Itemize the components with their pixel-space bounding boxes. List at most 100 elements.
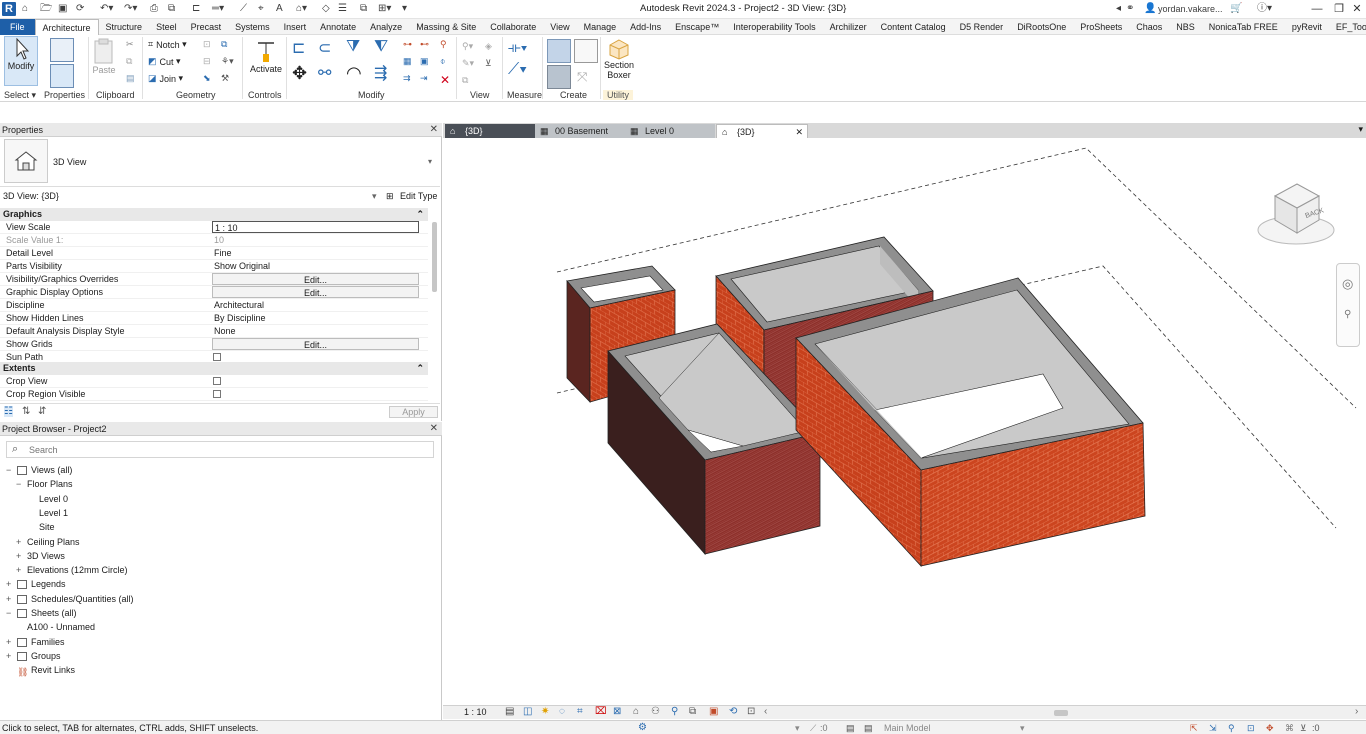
ribbon-tab-d5-render[interactable]: D5 Render: [953, 19, 1011, 35]
ribbon-tab-content-catalog[interactable]: Content Catalog: [874, 19, 953, 35]
collapse-icon[interactable]: −: [6, 607, 14, 620]
expand-icon[interactable]: +: [6, 636, 14, 649]
main-model-icon[interactable]: ▤: [864, 721, 873, 734]
ribbon-tab-interoperability-tools[interactable]: Interoperability Tools: [726, 19, 822, 35]
browser-item[interactable]: + Elevations (12mm Circle): [16, 564, 128, 577]
ribbon-tab-chaos[interactable]: Chaos: [1129, 19, 1169, 35]
ribbon-tab-massing-site[interactable]: Massing & Site: [409, 19, 483, 35]
sun-path-icon[interactable]: ✷: [541, 706, 549, 717]
export-icon[interactable]: ⧉: [168, 3, 175, 15]
ribbon-tab-ef-tools[interactable]: EF_Tools: [1329, 19, 1366, 35]
ribbon-tab-annotate[interactable]: Annotate: [313, 19, 363, 35]
paste-button[interactable]: Paste: [92, 37, 116, 75]
crop-region-icon[interactable]: ⊠: [613, 706, 621, 717]
extent-checkbox[interactable]: [213, 377, 221, 385]
hide-icon[interactable]: ⚲▾: [462, 41, 473, 52]
user-name[interactable]: yordan.vakare...: [1158, 3, 1223, 15]
aligned-dimension-icon[interactable]: ⟋▾: [508, 61, 527, 79]
collapse-icon[interactable]: ⌃: [416, 362, 424, 375]
model-dropdown-icon[interactable]: ▾: [1020, 721, 1025, 734]
ribbon-tab-steel[interactable]: Steel: [149, 19, 184, 35]
sync-icon[interactable]: ⟳: [76, 3, 84, 15]
search-back-icon[interactable]: ◂: [1116, 3, 1121, 15]
switch-windows-icon[interactable]: ⊞▾: [378, 3, 391, 15]
temp-hide-icon[interactable]: ⚇: [651, 706, 660, 717]
tag-icon[interactable]: ⌖: [258, 3, 264, 15]
section-boxer-button[interactable]: Section Boxer: [604, 38, 634, 80]
expand-icon[interactable]: +: [16, 536, 24, 549]
expand-icon[interactable]: +: [6, 650, 14, 663]
select-underlay-icon[interactable]: ⇲: [1209, 721, 1217, 734]
select-panel-label[interactable]: Select ▾: [4, 90, 36, 101]
create-assembly-icon[interactable]: [547, 39, 571, 63]
extent-checkbox[interactable]: [213, 390, 221, 398]
collapse-icon[interactable]: −: [16, 478, 24, 491]
rotate-icon[interactable]: ◠: [346, 63, 362, 84]
3d-view-icon[interactable]: ⌂▾: [296, 3, 307, 15]
property-value[interactable]: By Discipline: [212, 312, 419, 324]
sort-desc-icon[interactable]: ⇵: [38, 406, 46, 417]
ribbon-tab-systems[interactable]: Systems: [228, 19, 277, 35]
match-type-icon[interactable]: ▤: [126, 73, 135, 84]
browser-close-icon[interactable]: ✕: [430, 422, 438, 436]
design-options-icon[interactable]: ⚙: [638, 721, 647, 734]
property-value[interactable]: 1 : 10: [212, 221, 419, 233]
scroll-right-icon[interactable]: ›: [1355, 706, 1358, 717]
align-tool-icon[interactable]: ⊏: [292, 38, 305, 58]
hammer-icon[interactable]: ⚒: [221, 73, 229, 84]
override-icon[interactable]: ◈: [485, 41, 492, 52]
collapse-icon[interactable]: ⌃: [416, 208, 424, 221]
browser-item[interactable]: − Floor Plans: [16, 478, 73, 491]
view-tab-3d[interactable]: ⌂ {3D}: [445, 124, 535, 138]
3d-view-canvas[interactable]: BACK ◎ ⚲: [443, 138, 1366, 705]
background-process-icon[interactable]: ⌘: [1285, 721, 1294, 734]
split-gap-icon[interactable]: ⊷: [420, 39, 429, 50]
demolish-icon[interactable]: ⬊: [203, 73, 211, 84]
user-icon[interactable]: 👤: [1144, 3, 1156, 15]
select-links-icon[interactable]: ⇱: [1190, 721, 1198, 734]
worksharing-icon[interactable]: ⧉: [689, 706, 696, 717]
browser-item[interactable]: +3D Views: [16, 550, 65, 563]
binoculars-icon[interactable]: ⚭: [1126, 3, 1134, 15]
steering-wheel-icon[interactable]: ◎: [1342, 276, 1353, 292]
browser-item[interactable]: + Schedules/Quantities (all): [6, 593, 134, 606]
reveal-icon[interactable]: ⧉: [462, 75, 468, 86]
browser-item[interactable]: + Groups: [6, 650, 61, 663]
select-by-face-icon[interactable]: ⊡: [1247, 721, 1255, 734]
group-graphics[interactable]: Graphics ⌃: [0, 208, 428, 221]
expand-icon[interactable]: +: [16, 564, 24, 577]
measure-tool-icon[interactable]: ⟛▾: [508, 39, 528, 56]
selector-dropdown-icon[interactable]: ▾: [372, 189, 377, 203]
move-icon[interactable]: ✥: [292, 63, 307, 84]
ribbon-tab-collaborate[interactable]: Collaborate: [483, 19, 543, 35]
lock-view-icon[interactable]: ⌂: [633, 706, 639, 717]
pin-icon[interactable]: ⚲: [440, 39, 447, 50]
filter-select-icon[interactable]: ⊻: [1300, 721, 1307, 734]
shadows-icon[interactable]: ◌: [559, 706, 565, 717]
linework-icon[interactable]: ✎▾: [462, 58, 474, 69]
type-properties-icon[interactable]: [50, 38, 74, 62]
wall-opening-icon[interactable]: ⊟: [203, 56, 211, 67]
type-selector[interactable]: 3D View ▾: [0, 137, 440, 187]
properties-icon[interactable]: [50, 64, 74, 88]
section-tool-icon[interactable]: ⊏: [192, 3, 200, 15]
modify-button[interactable]: Modify: [4, 36, 38, 86]
save-icon[interactable]: ▣: [58, 3, 67, 15]
help-icon[interactable]: ⓘ▾: [1257, 3, 1272, 15]
split-face-icon[interactable]: ⧉: [221, 39, 227, 50]
view-tab-level0[interactable]: ▦ Level 0: [625, 124, 715, 138]
ribbon-tab-nbs[interactable]: NBS: [1169, 19, 1202, 35]
ribbon-tab-dirootsone[interactable]: DiRootsOne: [1010, 19, 1073, 35]
ribbon-tab-architecture[interactable]: Architecture: [34, 18, 99, 35]
cart-icon[interactable]: 🛒: [1230, 3, 1242, 15]
redo-icon[interactable]: ↷▾: [124, 3, 137, 15]
edit-type-icon[interactable]: ⊞: [386, 189, 394, 203]
properties-scrollbar[interactable]: [432, 222, 437, 292]
close-button[interactable]: ✕: [1348, 2, 1366, 16]
sun-path-checkbox[interactable]: [213, 353, 221, 361]
group-extents[interactable]: Extents ⌃: [0, 362, 428, 375]
visual-style-icon[interactable]: ◫: [523, 706, 532, 717]
detail-level-icon[interactable]: ▤: [505, 706, 514, 717]
ribbon-tab-prosheets[interactable]: ProSheets: [1073, 19, 1129, 35]
undo-icon[interactable]: ↶▾: [100, 3, 113, 15]
